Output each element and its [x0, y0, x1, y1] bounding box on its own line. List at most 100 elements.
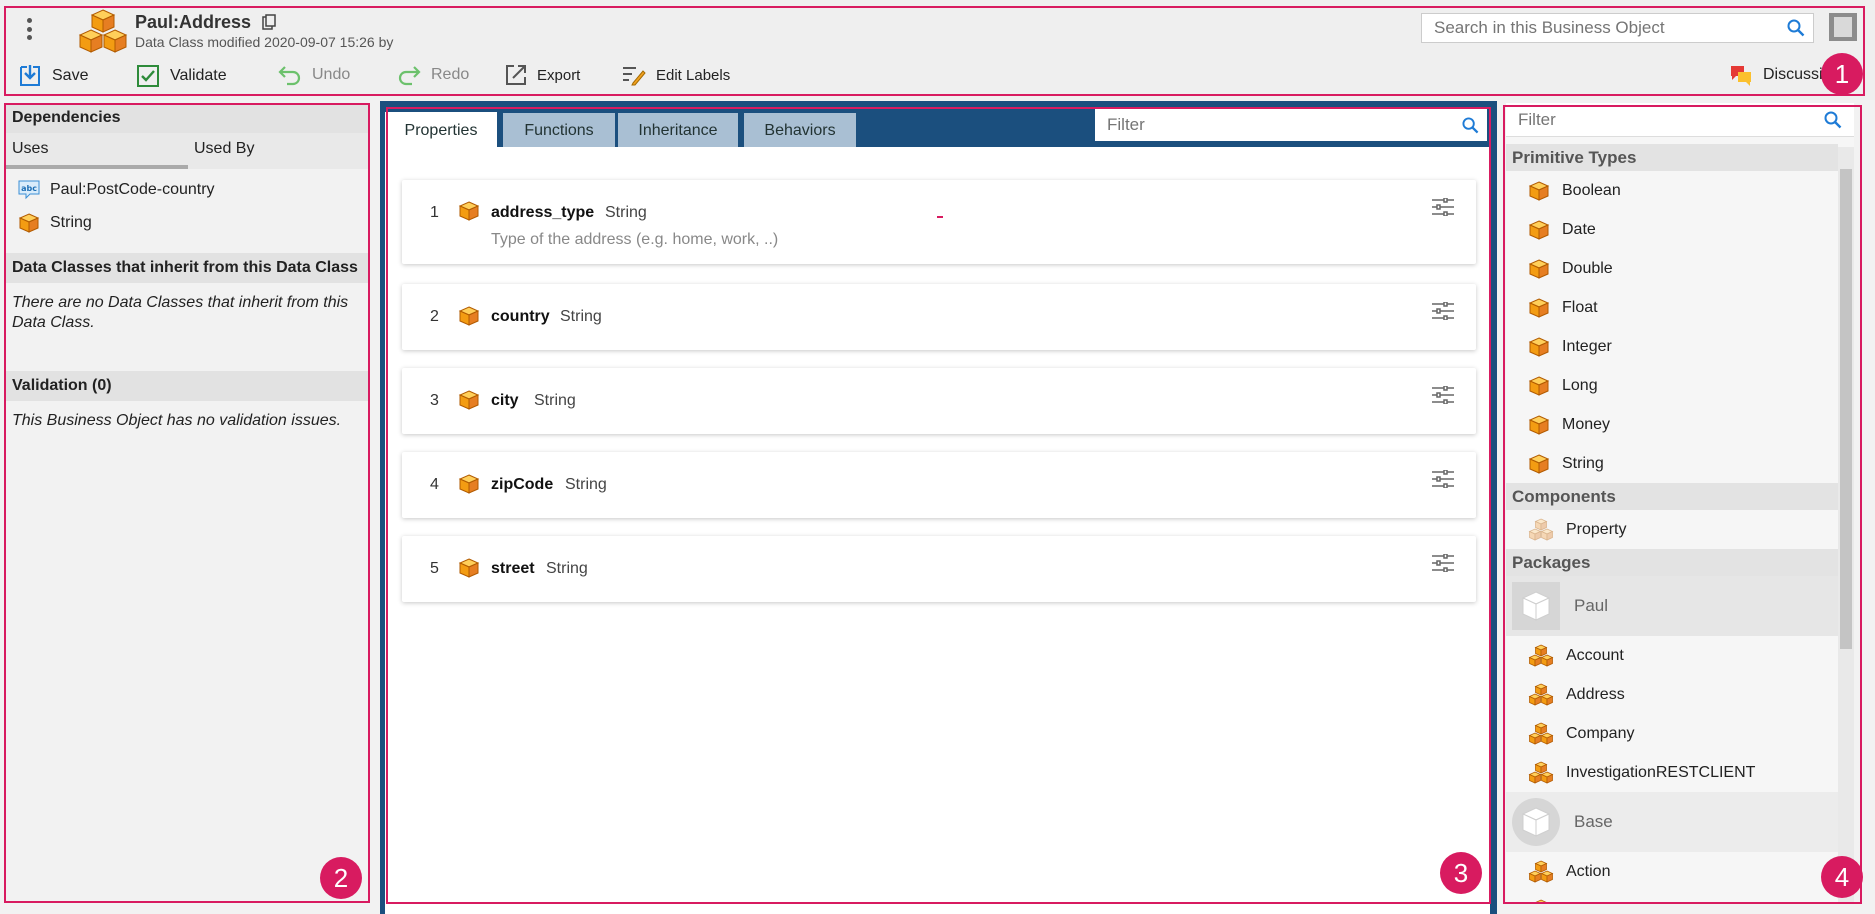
palette-item[interactable]: Account	[1506, 636, 1838, 675]
property-card[interactable]: 4 zipCode String	[402, 452, 1476, 518]
palette-item-label: Company	[1566, 724, 1635, 742]
palette-scrollbar[interactable]	[1838, 147, 1854, 903]
palette-item[interactable]: Address	[1506, 675, 1838, 714]
properties-filter[interactable]	[1095, 109, 1487, 141]
tab-functions[interactable]: Functions	[503, 113, 615, 149]
validate-button[interactable]: Validate	[136, 64, 227, 88]
palette-item[interactable]: String	[1506, 444, 1838, 483]
palette-item[interactable]: Company	[1506, 714, 1838, 753]
discussion-label: Discussi	[1763, 66, 1823, 83]
palette-item[interactable]: Action	[1506, 852, 1838, 891]
package-box-icon	[1512, 798, 1560, 846]
package-paul[interactable]: Paul	[1506, 576, 1838, 636]
undo-button[interactable]: Undo	[278, 64, 350, 86]
property-card[interactable]: 1 address_type String Type of the addres…	[402, 180, 1476, 264]
cube-icon	[1528, 219, 1550, 240]
redo-icon	[398, 66, 421, 86]
palette-item[interactable]: Money	[1506, 405, 1838, 444]
property-type: String	[534, 392, 576, 409]
export-icon	[506, 65, 526, 85]
paul-package-list: Account Address Company InvestigationRESTCL…	[1506, 636, 1838, 792]
scrollbar-thumb[interactable]	[1840, 169, 1852, 649]
edit-labels-icon	[623, 67, 646, 86]
list-item-label: String	[50, 213, 92, 231]
search-icon[interactable]	[1462, 117, 1479, 134]
search-icon[interactable]	[1787, 19, 1805, 37]
validation-empty-text: This Business Object has no validation i…	[12, 412, 342, 429]
data-class-cubes-icon	[78, 9, 128, 53]
svg-text:abc: abc	[21, 184, 37, 193]
search-icon[interactable]	[1824, 111, 1842, 129]
cube-icon	[1528, 297, 1550, 318]
copy-icon[interactable]	[262, 14, 276, 30]
palette-item[interactable]: Long	[1506, 366, 1838, 405]
export-button[interactable]: Export	[505, 64, 580, 86]
package-base[interactable]: Base	[1506, 792, 1838, 852]
palette-item[interactable]: Double	[1506, 249, 1838, 288]
property-name: country	[491, 308, 550, 325]
property-card[interactable]: 3 city String	[402, 368, 1476, 434]
undo-label: Undo	[312, 66, 351, 83]
package-label: Base	[1574, 812, 1613, 831]
business-object-search[interactable]	[1421, 13, 1814, 43]
property-type: String	[605, 204, 647, 221]
dependencies-tabs: Uses Used By	[6, 133, 370, 169]
type-palette-panel: Primitive Types Boolean Date Double Float In…	[1506, 103, 1854, 903]
filter-input[interactable]	[1095, 109, 1435, 141]
palette-item-label: Money	[1562, 415, 1611, 433]
cube-icon	[18, 212, 40, 233]
cube-icon	[458, 390, 480, 410]
redo-button[interactable]: Redo	[397, 64, 469, 86]
property-name: zipCode	[491, 476, 554, 493]
palette-item[interactable]: InvestigationRESTCLIENT	[1506, 753, 1838, 792]
property-card[interactable]: 5 street String	[402, 536, 1476, 602]
palette-item[interactable]: AdaptorContai	[1506, 891, 1838, 903]
uses-list: abc Paul:PostCode-country String	[6, 169, 370, 239]
save-label: Save	[52, 67, 89, 84]
settings-sliders-icon[interactable]	[1432, 470, 1454, 488]
properties-list: 1 address_type String Type of the addres…	[385, 147, 1490, 914]
palette-item[interactable]: Boolean	[1506, 171, 1838, 210]
cube-icon	[1528, 375, 1550, 396]
settings-sliders-icon[interactable]	[1432, 198, 1454, 216]
palette-item-label: Boolean	[1562, 181, 1621, 199]
list-item[interactable]: abc Paul:PostCode-country	[6, 173, 370, 206]
save-icon	[20, 65, 40, 86]
checkbox-check-icon	[137, 65, 159, 87]
annotation-badge-3: 3	[1440, 852, 1482, 894]
tab-uses[interactable]: Uses	[6, 133, 188, 169]
panel-layout-icon[interactable]	[1828, 12, 1858, 42]
more-menu-icon[interactable]	[26, 18, 32, 40]
property-number: 4	[430, 476, 439, 493]
discussion-button[interactable]: Discussi	[1729, 64, 1823, 86]
palette-item-label: Float	[1562, 298, 1598, 316]
validate-label: Validate	[170, 67, 227, 84]
palette-item[interactable]: Integer	[1506, 327, 1838, 366]
property-number: 2	[430, 308, 439, 325]
palette-item[interactable]: Float	[1506, 288, 1838, 327]
palette-item[interactable]: Date	[1506, 210, 1838, 249]
tab-properties[interactable]: Properties	[385, 112, 497, 150]
settings-sliders-icon[interactable]	[1432, 302, 1454, 320]
edit-labels-button[interactable]: Edit Labels	[622, 64, 730, 86]
palette-item-property[interactable]: Property	[1506, 510, 1838, 549]
list-item[interactable]: String	[6, 206, 370, 239]
tab-used-by[interactable]: Used By	[188, 133, 370, 169]
tab-inheritance[interactable]: Inheritance	[618, 113, 738, 149]
palette-filter-input[interactable]	[1506, 103, 1786, 137]
palette-filter[interactable]	[1506, 103, 1854, 137]
tab-behaviors[interactable]: Behaviors	[744, 113, 856, 149]
settings-sliders-icon[interactable]	[1432, 386, 1454, 404]
save-button[interactable]: Save	[18, 64, 88, 88]
cube-icon	[458, 306, 480, 326]
search-input[interactable]	[1422, 14, 1762, 42]
palette-item-label: Action	[1566, 862, 1611, 880]
palette-item-label: Date	[1562, 220, 1596, 238]
list-item-label: Paul:PostCode-country	[50, 180, 215, 198]
palette-item-label: Address	[1566, 685, 1625, 703]
property-card[interactable]: 2 country String	[402, 284, 1476, 350]
red-dash-mark	[937, 216, 943, 218]
property-number: 1	[430, 204, 439, 221]
property-component-icon	[1528, 518, 1554, 541]
settings-sliders-icon[interactable]	[1432, 554, 1454, 572]
